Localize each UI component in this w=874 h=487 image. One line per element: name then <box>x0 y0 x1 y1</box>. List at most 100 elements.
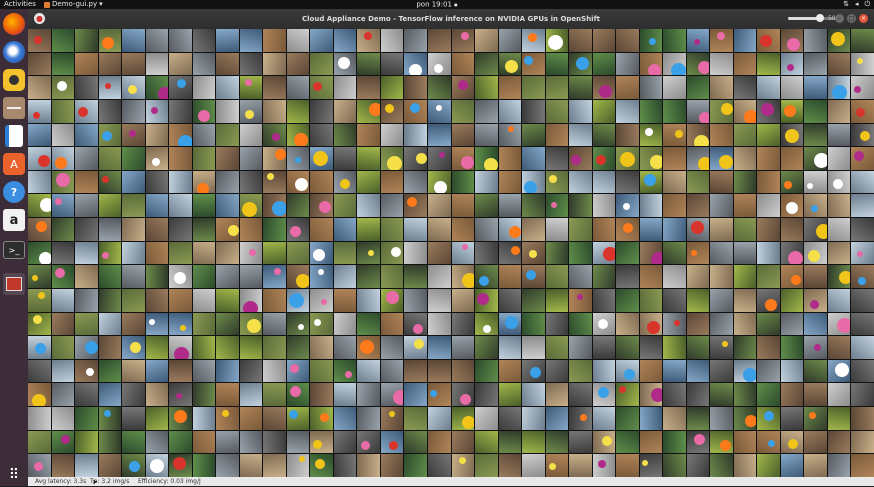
app-menu[interactable]: Demo-gui.py ▾ <box>44 0 103 9</box>
grid-thumbnail <box>263 359 286 383</box>
grid-thumbnail <box>639 170 663 194</box>
grid-thumbnail <box>592 147 616 170</box>
grid-thumbnail <box>616 359 639 383</box>
grid-thumbnail <box>239 194 263 218</box>
window-title: Cloud Appliance Demo - TensorFlow infere… <box>302 15 600 23</box>
grid-thumbnail <box>780 218 804 241</box>
grid-thumbnail <box>427 99 451 123</box>
apps-grid-icon[interactable]: ⠿ <box>3 464 25 486</box>
grid-thumbnail <box>404 218 427 241</box>
grid-thumbnail <box>98 123 122 147</box>
volume-icon[interactable]: ◂ <box>855 0 859 9</box>
grid-thumbnail <box>639 383 663 407</box>
grid-thumbnail <box>122 52 145 76</box>
grid-thumbnail <box>380 194 404 218</box>
grid-thumbnail <box>239 29 263 52</box>
grid-thumbnail <box>475 76 498 99</box>
grid-thumbnail <box>686 147 710 170</box>
grid-thumbnail <box>333 336 357 359</box>
grid-thumbnail <box>286 123 310 147</box>
grid-thumbnail <box>710 383 733 407</box>
grid-thumbnail <box>827 52 851 76</box>
network-icon[interactable]: ⇅ <box>843 0 849 9</box>
grid-thumbnail <box>498 99 522 123</box>
files-icon[interactable] <box>3 97 25 119</box>
grid-thumbnail <box>710 265 733 288</box>
grid-thumbnail <box>639 430 663 454</box>
help-icon[interactable]: ? <box>3 181 25 203</box>
grid-thumbnail <box>475 265 498 288</box>
amazon-icon[interactable]: a <box>3 209 25 231</box>
grid-thumbnail <box>51 288 75 312</box>
maximize-icon[interactable]: □ <box>847 14 856 23</box>
grid-thumbnail <box>75 29 98 52</box>
grid-thumbnail <box>286 29 310 52</box>
grid-thumbnail <box>51 99 75 123</box>
power-icon[interactable]: ⏻ <box>864 0 870 9</box>
grid-thumbnail <box>122 407 145 430</box>
app-menu-label: Demo-gui.py <box>52 0 98 8</box>
firefox-icon[interactable] <box>3 13 25 35</box>
grid-thumbnail <box>663 147 686 170</box>
grid-thumbnail <box>733 430 757 454</box>
grid-thumbnail <box>804 123 827 147</box>
activities-button[interactable]: Activities <box>4 0 36 9</box>
software-center-icon[interactable]: A <box>3 153 25 175</box>
grid-thumbnail <box>357 147 380 170</box>
grid-thumbnail <box>592 265 616 288</box>
grid-thumbnail <box>592 383 616 407</box>
terminal-icon[interactable]: >_ <box>3 241 25 259</box>
thunderbird-icon[interactable] <box>3 41 25 63</box>
grid-thumbnail <box>51 123 75 147</box>
grid-thumbnail <box>663 454 686 477</box>
grid-thumbnail <box>216 194 239 218</box>
grid-thumbnail <box>710 99 733 123</box>
grid-thumbnail <box>310 76 333 99</box>
grid-thumbnail <box>404 288 427 312</box>
grid-thumbnail <box>616 76 639 99</box>
grid-thumbnail <box>333 383 357 407</box>
rhythmbox-icon[interactable] <box>3 69 25 91</box>
grid-thumbnail <box>498 52 522 76</box>
grid-thumbnail <box>639 407 663 430</box>
grid-thumbnail <box>663 52 686 76</box>
grid-thumbnail <box>780 52 804 76</box>
grid-thumbnail <box>145 312 169 336</box>
grid-thumbnail <box>569 76 592 99</box>
grid-thumbnail <box>827 430 851 454</box>
grid-thumbnail <box>827 265 851 288</box>
grid-thumbnail <box>804 29 827 52</box>
grid-thumbnail <box>780 265 804 288</box>
clock[interactable]: pon 19:01 <box>416 1 452 9</box>
grid-thumbnail <box>545 194 569 218</box>
grid-thumbnail <box>98 99 122 123</box>
minimize-icon[interactable]: – <box>835 14 844 23</box>
grid-thumbnail <box>545 170 569 194</box>
grid-thumbnail <box>98 194 122 218</box>
grid-thumbnail <box>827 123 851 147</box>
grid-thumbnail <box>122 312 145 336</box>
grid-thumbnail <box>827 383 851 407</box>
grid-thumbnail <box>522 123 545 147</box>
grid-thumbnail <box>804 288 827 312</box>
grid-thumbnail <box>710 336 733 359</box>
close-icon[interactable]: × <box>859 14 868 23</box>
grid-thumbnail <box>733 76 757 99</box>
grid-thumbnail <box>192 194 216 218</box>
grid-thumbnail <box>145 99 169 123</box>
title-bar[interactable]: ● Cloud Appliance Demo - TensorFlow infe… <box>28 9 874 29</box>
grid-thumbnail <box>333 29 357 52</box>
grid-thumbnail <box>427 170 451 194</box>
grid-thumbnail <box>639 147 663 170</box>
image-grid <box>28 29 874 477</box>
grid-thumbnail <box>616 170 639 194</box>
grid-thumbnail <box>733 288 757 312</box>
grid-thumbnail <box>757 312 780 336</box>
grid-thumbnail <box>522 336 545 359</box>
libreoffice-writer-icon[interactable] <box>5 125 23 147</box>
demo-app-icon[interactable] <box>3 273 25 295</box>
system-tray[interactable]: ⇅ ◂ ⏻ <box>843 0 870 9</box>
grid-thumbnail <box>357 454 380 477</box>
grid-thumbnail <box>639 99 663 123</box>
grid-thumbnail <box>122 218 145 241</box>
